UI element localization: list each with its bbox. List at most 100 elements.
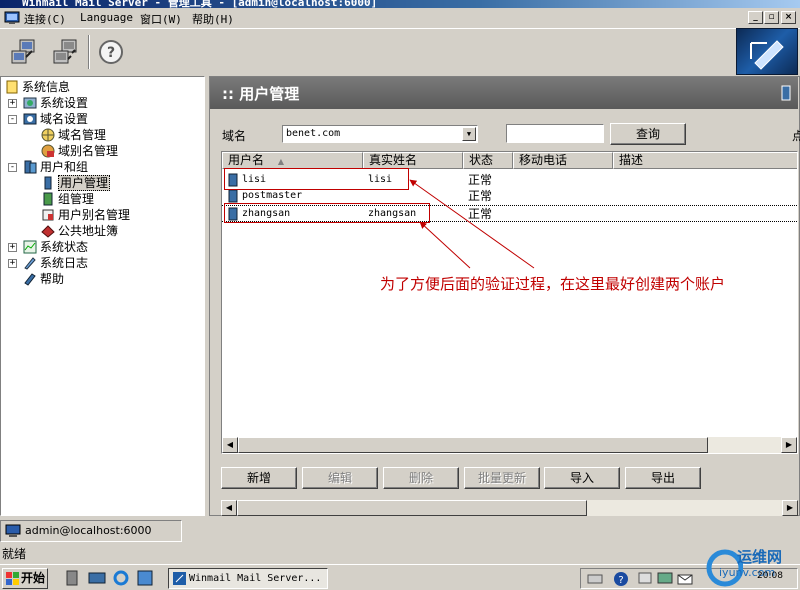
tree-item-user-alias[interactable]: 用户别名管理 xyxy=(41,207,130,223)
users-icon xyxy=(24,160,37,174)
tree-item-system-info[interactable]: 系统信息 xyxy=(5,79,70,95)
scroll-left-icon[interactable]: ◀ xyxy=(221,500,237,516)
scroll-right-icon[interactable]: ▶ xyxy=(782,500,798,516)
cell-username: postmaster xyxy=(242,190,303,201)
batch-update-button[interactable]: 批量更新 xyxy=(464,467,540,489)
site-watermark: 运维网 iyunv.com 20:08 xyxy=(703,540,800,590)
tree-item-users-groups[interactable]: 用户和组 xyxy=(23,159,88,175)
list-horizontal-scrollbar[interactable]: ◀ ▶ xyxy=(222,437,797,453)
app-shortcut-icon[interactable] xyxy=(136,570,154,586)
help-icon[interactable]: ? xyxy=(96,37,126,67)
column-header-realname[interactable]: 真实姓名 xyxy=(363,152,463,169)
search-input[interactable] xyxy=(506,124,604,143)
mail-icon[interactable] xyxy=(677,571,693,587)
column-header-username-label: 用户名 xyxy=(228,153,265,167)
delete-button[interactable]: 删除 xyxy=(383,467,459,489)
panel-horizontal-scrollbar[interactable]: ◀ ▶ xyxy=(221,500,798,516)
title-bar: Winmail Mail Server - 管理工具 - [admin@loca… xyxy=(0,0,800,8)
globe-icon xyxy=(41,128,55,142)
settings-icon xyxy=(23,97,37,109)
menu-window[interactable]: 窗口(W) xyxy=(140,11,182,27)
domain-select[interactable]: benet.com ▼ xyxy=(282,125,478,143)
help-tray-icon[interactable]: ? xyxy=(613,571,629,587)
user-icon xyxy=(44,176,52,190)
query-button[interactable]: 查询 xyxy=(610,123,686,145)
tree-item-group-management[interactable]: 组管理 xyxy=(41,191,94,207)
taskbar-item-label: Winmail Mail Server... xyxy=(189,573,322,584)
tree-item-user-management[interactable]: 用户管理 xyxy=(41,175,111,191)
cropped-label: 点 xyxy=(792,129,800,143)
edit-button[interactable]: 编辑 xyxy=(302,467,378,489)
user-alias-icon xyxy=(42,209,54,221)
connection-label: admin@localhost:6000 xyxy=(25,524,152,537)
navigation-tree: 系统信息 + 系统设置 - 域名设置 域名管理 域别名管理 - 用户和组 用户管… xyxy=(0,76,205,516)
toolbar-separator xyxy=(88,35,90,69)
server-manager-icon[interactable] xyxy=(64,570,82,586)
app-icon xyxy=(4,11,20,24)
network-icon[interactable] xyxy=(637,571,653,587)
svg-text:?: ? xyxy=(618,575,623,586)
tree-item-system-log[interactable]: 系统日志 xyxy=(23,255,88,271)
column-header-status[interactable]: 状态 xyxy=(463,152,513,169)
domain-label: 域名 xyxy=(222,129,247,143)
tree-item-system-settings[interactable]: 系统设置 xyxy=(23,95,88,111)
panel-header: :: 用户管理 xyxy=(210,77,798,109)
menu-help[interactable]: 帮助(H) xyxy=(192,11,234,27)
chevron-down-icon[interactable]: ▼ xyxy=(462,127,476,141)
disconnect-icon[interactable] xyxy=(52,37,82,67)
globe-alias-icon xyxy=(41,144,55,158)
tree-item-help[interactable]: 帮助 xyxy=(23,271,64,287)
scroll-right-icon[interactable]: ▶ xyxy=(781,437,797,453)
tree-item-system-status[interactable]: 系统状态 xyxy=(23,239,88,255)
toolbar: ? xyxy=(0,28,800,76)
tree-item-domain-alias[interactable]: 域别名管理 xyxy=(41,143,118,159)
export-button[interactable]: 导出 xyxy=(625,467,701,489)
status-text: 就绪 xyxy=(2,547,27,561)
window-title: Winmail Mail Server - 管理工具 - [admin@loca… xyxy=(22,0,378,8)
connection-status: admin@localhost:6000 xyxy=(0,520,182,542)
scrollbar-thumb[interactable] xyxy=(238,437,708,453)
scrollbar-thumb[interactable] xyxy=(237,500,587,516)
tree-item-domain-management[interactable]: 域名管理 xyxy=(41,127,106,143)
cell-status: 正常 xyxy=(468,207,493,221)
status-bar: 就绪 xyxy=(0,544,800,562)
annotation-text: 为了方便后面的验证过程，在这里最好创建两个账户 xyxy=(380,275,726,293)
watermark-line1: 运维网 xyxy=(737,548,783,566)
expander-domain-settings[interactable]: - xyxy=(8,115,17,124)
user-icon xyxy=(781,85,791,101)
menu-bar: 连接(C) Language 窗口(W) 帮助(H) _ ▫ × xyxy=(0,8,800,28)
column-header-description[interactable]: 描述 xyxy=(613,152,797,169)
menu-connect[interactable]: 连接(C) xyxy=(24,11,66,27)
highlight-box xyxy=(224,203,430,223)
column-header-mobile[interactable]: 移动电话 xyxy=(513,152,613,169)
menu-language[interactable]: Language xyxy=(80,11,133,24)
column-header-username[interactable]: 用户名 ▲ xyxy=(222,152,363,169)
start-button[interactable]: 开始 xyxy=(2,568,48,589)
expander-users-groups[interactable]: - xyxy=(8,163,17,172)
mdi-close-button[interactable]: × xyxy=(781,11,796,24)
domain-icon xyxy=(23,113,37,125)
keyboard-icon[interactable] xyxy=(587,571,603,587)
show-desktop-icon[interactable] xyxy=(88,570,106,586)
mdi-restore-button[interactable]: ▫ xyxy=(764,11,779,24)
internet-explorer-icon[interactable] xyxy=(112,570,130,586)
expander-system-status[interactable]: + xyxy=(8,243,17,252)
user-list[interactable]: 用户名 ▲ 真实姓名 状态 移动电话 描述 lisi lisi 正常 postm… xyxy=(221,151,798,454)
taskbar-item-winmail[interactable]: Winmail Mail Server... xyxy=(168,568,328,589)
tree-item-domain-settings[interactable]: 域名设置 xyxy=(23,111,88,127)
user-icon xyxy=(228,189,238,203)
table-row[interactable]: postmaster 正常 xyxy=(222,188,797,204)
mdi-minimize-button[interactable]: _ xyxy=(748,11,763,24)
page-title: :: 用户管理 xyxy=(222,85,300,103)
taskbar-clock: 20:08 xyxy=(757,571,783,581)
svg-text:?: ? xyxy=(107,45,115,61)
display-icon[interactable] xyxy=(657,571,673,587)
add-button[interactable]: 新增 xyxy=(221,467,297,489)
taskbar: 开始 Winmail Mail Server... ? xyxy=(0,564,800,590)
import-button[interactable]: 导入 xyxy=(544,467,620,489)
scroll-left-icon[interactable]: ◀ xyxy=(222,437,238,453)
expander-system-settings[interactable]: + xyxy=(8,99,17,108)
connect-icon[interactable] xyxy=(10,37,40,67)
expander-system-log[interactable]: + xyxy=(8,259,17,268)
tree-item-address-book[interactable]: 公共地址簿 xyxy=(41,223,118,239)
